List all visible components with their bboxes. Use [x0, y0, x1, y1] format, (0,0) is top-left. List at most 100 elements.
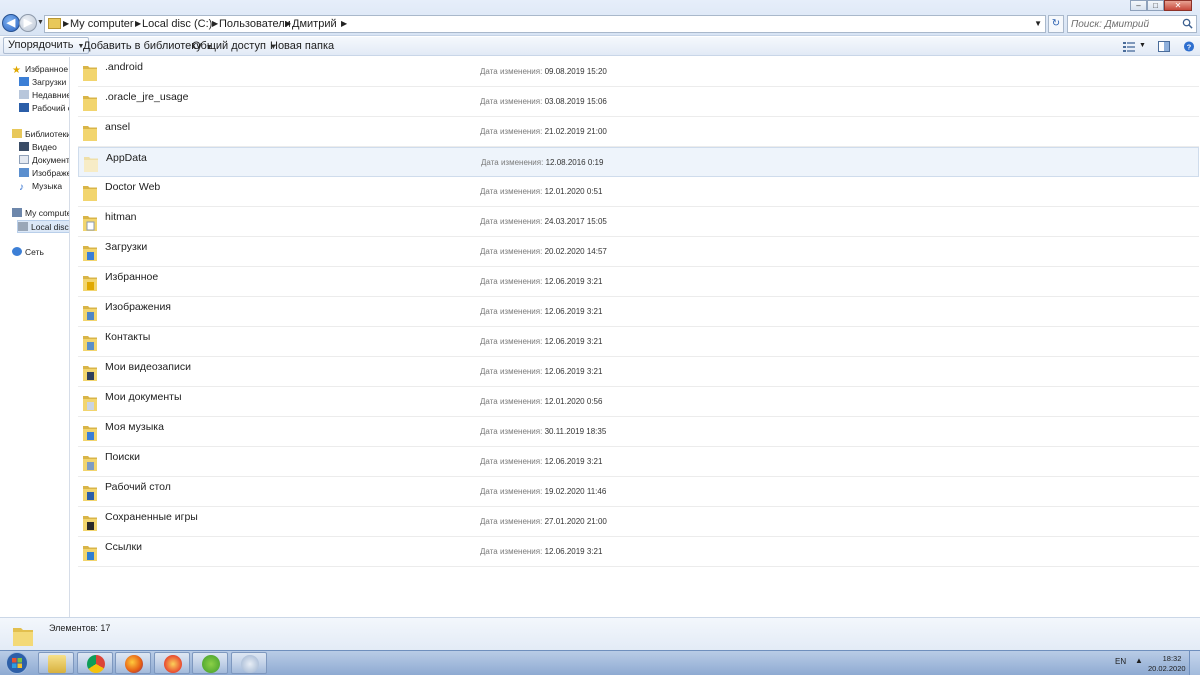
- breadcrumb-local-disc[interactable]: Local disc (C:): [142, 18, 212, 30]
- nav-item-desktop[interactable]: Рабочий стол: [19, 102, 69, 115]
- file-row[interactable]: Doctor Web Дата изменения: 12.01.2020 0:5…: [78, 177, 1199, 207]
- yandex-browser-icon: [163, 655, 182, 673]
- file-name[interactable]: .android: [105, 61, 143, 73]
- command-bar: Упорядочить ▼ Добавить в библиотеку ▼ Общи…: [0, 37, 1200, 56]
- taskbar-app-button[interactable]: [153, 652, 190, 674]
- chrome-icon: [86, 655, 105, 673]
- file-row[interactable]: hitman Дата изменения: 24.03.2017 15:05: [78, 207, 1199, 237]
- nav-item-videos[interactable]: Видео: [19, 141, 57, 154]
- minimize-button[interactable]: –: [1130, 0, 1147, 11]
- file-name[interactable]: Ссылки: [105, 541, 142, 553]
- file-name[interactable]: Мои видеозаписи: [105, 361, 191, 373]
- video-icon: [19, 142, 29, 151]
- file-name[interactable]: hitman: [105, 211, 137, 223]
- date-modified-label: Дата изменения:: [481, 158, 544, 167]
- nav-item-recent-places[interactable]: Недавние места: [19, 89, 70, 102]
- language-indicator[interactable]: EN: [1115, 657, 1126, 666]
- file-name[interactable]: Сохраненные игры: [105, 511, 198, 523]
- file-row[interactable]: ansel Дата изменения: 21.02.2019 21:00: [78, 117, 1199, 147]
- nav-item-label: Local disc (C:): [31, 222, 69, 232]
- documents-icon: [19, 155, 29, 164]
- file-row[interactable]: Изображения Дата изменения: 12.06.2019 3:…: [78, 297, 1199, 327]
- file-row[interactable]: Ссылки Дата изменения: 12.06.2019 3:21: [78, 537, 1199, 567]
- breadcrumb-users[interactable]: Пользователи: [219, 18, 291, 30]
- nav-libraries[interactable]: Библиотеки: [12, 128, 69, 141]
- address-field[interactable]: ▶ My computer ▶ Local disc (C:) ▶ Пользо…: [44, 15, 1046, 33]
- file-name[interactable]: Мои документы: [105, 391, 182, 403]
- breadcrumb-my-computer[interactable]: My computer: [70, 18, 134, 30]
- clock-date[interactable]: 20.02.2020: [1148, 664, 1186, 673]
- file-row[interactable]: AppData Дата изменения: 12.08.2016 0:19: [78, 147, 1199, 177]
- start-button[interactable]: [2, 651, 32, 675]
- chevron-down-icon[interactable]: ▼: [1034, 19, 1042, 28]
- file-name[interactable]: Doctor Web: [105, 181, 160, 193]
- breadcrumb-separator-icon[interactable]: ▶: [341, 19, 347, 28]
- file-name[interactable]: Загрузки: [105, 241, 147, 253]
- file-row[interactable]: Избранное Дата изменения: 12.06.2019 3:21: [78, 267, 1199, 297]
- file-row[interactable]: Сохраненные игры Дата изменения: 27.01.20…: [78, 507, 1199, 537]
- nav-network[interactable]: Сеть: [12, 246, 44, 259]
- taskbar-app-button[interactable]: [115, 652, 151, 674]
- back-button[interactable]: ◀: [2, 14, 20, 32]
- nav-favorites[interactable]: ★ Избранное: [12, 63, 68, 76]
- nav-item-music[interactable]: ♪ Музыка: [19, 180, 62, 193]
- nav-item-label: Недавние места: [32, 90, 70, 100]
- chevron-down-icon[interactable]: ▼: [1139, 42, 1151, 53]
- file-row[interactable]: Поиски Дата изменения: 12.06.2019 3:21: [78, 447, 1199, 477]
- date-modified-label: Дата изменения:: [480, 97, 543, 106]
- nav-item-pictures[interactable]: Изображения: [19, 167, 69, 180]
- svg-text:?: ?: [1187, 42, 1192, 51]
- view-options-icon[interactable]: [1123, 41, 1135, 52]
- search-input[interactable]: [1068, 16, 1180, 32]
- maximize-button[interactable]: □: [1147, 0, 1164, 11]
- file-name[interactable]: Контакты: [105, 331, 150, 343]
- organize-button[interactable]: Упорядочить ▼: [3, 37, 90, 54]
- file-name[interactable]: Избранное: [105, 271, 158, 283]
- breadcrumb-separator-icon[interactable]: ▶: [285, 19, 291, 28]
- file-row[interactable]: Моя музыка Дата изменения: 30.11.2019 18:…: [78, 417, 1199, 447]
- breadcrumb-separator-icon[interactable]: ▶: [212, 19, 218, 28]
- file-row[interactable]: Контакты Дата изменения: 12.06.2019 3:21: [78, 327, 1199, 357]
- refresh-button[interactable]: ↻: [1048, 15, 1064, 33]
- taskbar-app-button[interactable]: [76, 652, 113, 674]
- date-modified-value: 12.06.2019 3:21: [544, 277, 603, 286]
- file-name[interactable]: Изображения: [105, 301, 171, 313]
- taskbar-app-button[interactable]: [192, 652, 228, 674]
- date-modified-label: Дата изменения:: [480, 67, 543, 76]
- search-icon[interactable]: [1182, 18, 1193, 29]
- nav-item-documents[interactable]: Документы: [19, 154, 69, 167]
- taskbar-app-button[interactable]: [230, 652, 267, 674]
- close-button[interactable]: ✕: [1164, 0, 1192, 11]
- clock-time[interactable]: 18:32: [1160, 654, 1184, 663]
- file-row[interactable]: Мои документы Дата изменения: 12.01.2020 …: [78, 387, 1199, 417]
- date-modified-value: 12.06.2019 3:21: [544, 547, 603, 556]
- nav-my-computer[interactable]: My computer: [12, 207, 69, 220]
- breadcrumb-user[interactable]: Дмитрий: [292, 18, 337, 30]
- file-row[interactable]: Загрузки Дата изменения: 20.02.2020 14:57: [78, 237, 1199, 267]
- file-row[interactable]: Рабочий стол Дата изменения: 19.02.2020 1…: [78, 477, 1199, 507]
- date-modified-value: 19.02.2020 11:46: [544, 487, 607, 496]
- help-icon[interactable]: ?: [1183, 41, 1195, 52]
- file-row[interactable]: Мои видеозаписи Дата изменения: 12.06.201…: [78, 357, 1199, 387]
- date-modified-value: 12.06.2019 3:21: [544, 307, 603, 316]
- taskbar-app-button[interactable]: [38, 652, 74, 674]
- preview-pane-icon[interactable]: [1158, 41, 1170, 52]
- file-name[interactable]: Моя музыка: [105, 421, 164, 433]
- chevron-up-icon[interactable]: ▲: [1135, 656, 1143, 665]
- file-name[interactable]: Рабочий стол: [105, 481, 171, 493]
- nav-item-local-disc[interactable]: Local disc (C:): [17, 220, 69, 233]
- breadcrumb-separator-icon[interactable]: ▶: [63, 19, 69, 28]
- file-name[interactable]: ansel: [105, 121, 130, 133]
- show-desktop-button[interactable]: [1189, 651, 1200, 675]
- file-row[interactable]: .oracle_jre_usage Дата изменения: 03.08.2…: [78, 87, 1199, 117]
- file-name[interactable]: .oracle_jre_usage: [105, 91, 188, 103]
- new-folder-button[interactable]: Новая папка: [266, 37, 338, 55]
- breadcrumb-separator-icon[interactable]: ▶: [135, 19, 141, 28]
- file-name[interactable]: Поиски: [105, 451, 140, 463]
- nav-item-downloads[interactable]: Загрузки: [19, 76, 66, 89]
- computer-icon: [12, 208, 22, 217]
- file-row[interactable]: .android Дата изменения: 09.08.2019 15:20: [78, 57, 1199, 87]
- file-name[interactable]: AppData: [106, 152, 147, 164]
- forward-button[interactable]: ▶: [19, 14, 37, 32]
- recent-pages-dropdown-icon[interactable]: ▼: [37, 19, 44, 26]
